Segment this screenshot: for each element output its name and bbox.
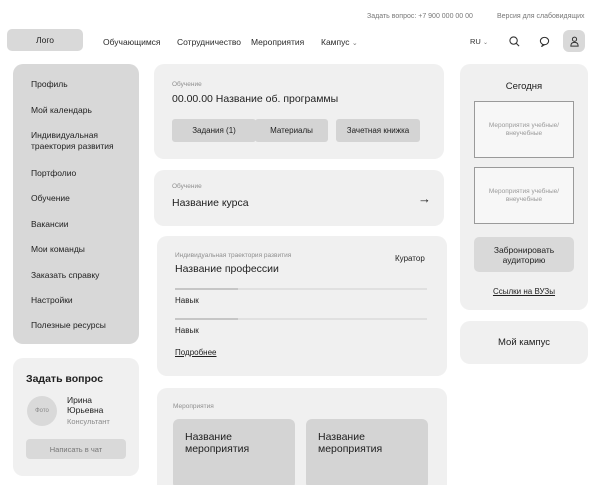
- nav-campus-label: Кампус: [321, 37, 350, 47]
- sidebar-item-vacancies[interactable]: Вакансии: [31, 219, 68, 230]
- language-label: RU: [470, 37, 481, 46]
- sidebar-item-teams[interactable]: Мои команды: [31, 244, 85, 255]
- skill-name: Навык: [175, 326, 199, 335]
- course-title: Название курса: [172, 197, 249, 209]
- program-label: Обучение: [172, 81, 202, 88]
- sidebar-item-trajectory[interactable]: Индивидуальная траектория развития: [31, 130, 131, 152]
- program-title[interactable]: 00.00.00 Название об. программы: [172, 93, 338, 105]
- arrow-right-icon[interactable]: →: [418, 191, 431, 206]
- book-room-button[interactable]: Забронировать аудиторию: [474, 237, 574, 272]
- language-select[interactable]: RU ⌄: [470, 37, 488, 46]
- program-card: Обучение 00.00.00 Название об. программы…: [154, 64, 444, 159]
- user-icon: [569, 36, 579, 47]
- consultant-name: Ирина Юрьевна: [67, 395, 104, 415]
- search-icon: [508, 35, 519, 46]
- ask-question-card: Задать вопрос Фото Ирина Юрьевна Консуль…: [13, 358, 139, 476]
- tasks-button[interactable]: Задания (1): [172, 119, 256, 142]
- profile-button[interactable]: [563, 30, 585, 52]
- today-event-slot[interactable]: Мероприятия учебные/ внеучебные: [474, 167, 574, 224]
- skill-progress-fill: [175, 318, 238, 320]
- events-label: Мероприятия: [173, 403, 214, 410]
- nav-events[interactable]: Мероприятия: [251, 37, 304, 47]
- today-event-slot[interactable]: Мероприятия учебные/ внеучебные: [474, 101, 574, 158]
- accessibility-link[interactable]: Версия для слабовидящих: [497, 13, 585, 20]
- today-card: Сегодня Мероприятия учебные/ внеучебные …: [460, 64, 588, 310]
- event-card[interactable]: Название мероприятия: [173, 419, 295, 485]
- chevron-down-icon: ⌄: [351, 40, 358, 47]
- events-card: Мероприятия Название мероприятия Названи…: [157, 388, 447, 485]
- more-link[interactable]: Подробнее: [175, 348, 217, 357]
- chat-icon: [539, 36, 549, 47]
- trajectory-card: Индивидуальная траектория развития Назва…: [157, 236, 447, 376]
- sidebar-menu: Профиль Мой календарь Индивидуальная тра…: [13, 64, 139, 344]
- sidebar-item-calendar[interactable]: Мой календарь: [31, 105, 92, 116]
- search-button[interactable]: [503, 30, 525, 52]
- today-title: Сегодня: [505, 81, 543, 92]
- materials-button[interactable]: Материалы: [255, 119, 328, 142]
- chevron-down-icon: ⌄: [482, 40, 488, 46]
- sidebar-item-certificate[interactable]: Заказать справку: [31, 270, 99, 281]
- event-title: Название мероприятия: [318, 431, 383, 455]
- consultant-role: Консультант: [67, 417, 110, 426]
- campus-title: Мой кампус: [498, 337, 550, 348]
- nav-cooperation[interactable]: Сотрудничество: [177, 37, 241, 47]
- avatar: Фото: [27, 396, 57, 426]
- logo[interactable]: Лого: [7, 29, 83, 51]
- sidebar-item-settings[interactable]: Настройки: [31, 295, 73, 306]
- event-title: Название мероприятия: [185, 431, 250, 455]
- ask-question-phone[interactable]: Задать вопрос: +7 900 000 00 00: [367, 13, 473, 20]
- profession-title: Название профессии: [175, 263, 279, 275]
- trajectory-label: Индивидуальная траектория развития: [175, 252, 292, 259]
- chat-button[interactable]: [533, 30, 555, 52]
- sidebar-item-education[interactable]: Обучение: [31, 193, 70, 204]
- skill-progress-bar: [175, 288, 427, 290]
- nav-campus[interactable]: Кампус ⌄: [321, 37, 358, 47]
- write-chat-button[interactable]: Написать в чат: [26, 439, 126, 459]
- course-card[interactable]: Обучение Название курса →: [154, 170, 444, 226]
- skill-progress-fill: [175, 288, 238, 290]
- sidebar-item-portfolio[interactable]: Портфолио: [31, 168, 76, 179]
- ask-question-title: Задать вопрос: [26, 373, 104, 385]
- skill-progress-bar: [175, 318, 427, 320]
- sidebar-item-resources[interactable]: Полезные ресурсы: [31, 320, 106, 331]
- universities-link[interactable]: Ссылки на ВУЗы: [460, 287, 588, 296]
- course-label: Обучение: [172, 183, 202, 190]
- gradebook-button[interactable]: Зачетная книжка: [336, 119, 420, 142]
- sidebar-item-profile[interactable]: Профиль: [31, 79, 68, 90]
- nav-students[interactable]: Обучающимся: [103, 37, 161, 47]
- campus-card[interactable]: Мой кампус: [460, 321, 588, 364]
- curator-label[interactable]: Куратор: [395, 254, 425, 263]
- skill-name: Навык: [175, 296, 199, 305]
- event-card[interactable]: Название мероприятия: [306, 419, 428, 485]
